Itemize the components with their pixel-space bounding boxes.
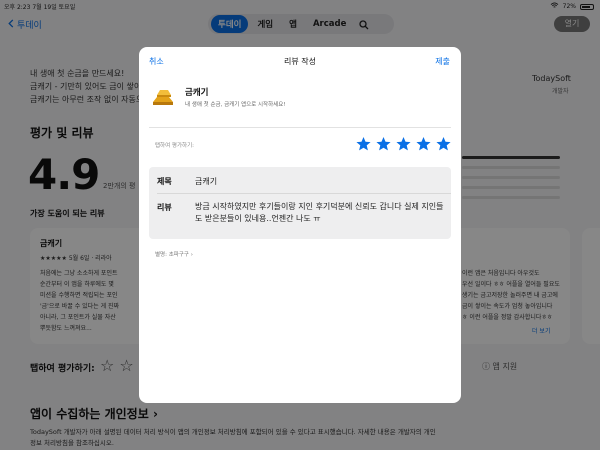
submit-button[interactable]: 제출 xyxy=(435,56,450,67)
divider xyxy=(149,127,451,128)
star-icon[interactable] xyxy=(375,136,392,152)
star-icon[interactable] xyxy=(415,136,432,152)
title-label: 제목 xyxy=(157,177,172,186)
nickname-link[interactable]: 별명: 초파구구 › xyxy=(155,250,193,258)
star-icon[interactable] xyxy=(355,136,372,152)
review-label: 리뷰 xyxy=(157,203,172,212)
star-icon[interactable] xyxy=(395,136,412,152)
star-rating[interactable] xyxy=(355,136,452,152)
app-name: 금캐기 xyxy=(185,88,209,98)
chevron-right-icon: › xyxy=(190,252,193,258)
nickname-label: 별명: 초파구구 xyxy=(155,252,189,258)
write-review-sheet: 취소 리뷰 작성 제출 금캐기 내 생애 첫 순금, 금캐기 앱으로 시작하세요… xyxy=(139,47,461,403)
review-row[interactable]: 리뷰 방금 시작하였지만 후기들이랑 지인 후기덕분에 신뢰도 갑니다 실제 지… xyxy=(149,194,451,239)
sheet-header: 취소 리뷰 작성 제출 xyxy=(139,47,461,77)
title-row[interactable]: 제목 금캐기 xyxy=(149,167,451,193)
star-icon[interactable] xyxy=(435,136,452,152)
sheet-title: 리뷰 작성 xyxy=(284,57,316,66)
title-input[interactable]: 금캐기 xyxy=(195,176,445,188)
app-summary: 금캐기 내 생애 첫 순금, 금캐기 앱으로 시작하세요! xyxy=(151,83,451,113)
review-textarea[interactable]: 방금 시작하였지만 후기들이랑 지인 후기덕분에 신뢰도 갑니다 실제 지인들도… xyxy=(195,201,445,225)
tap-to-rate-label: 탭하여 평가하기: xyxy=(155,143,195,149)
review-form: 제목 금캐기 리뷰 방금 시작하였지만 후기들이랑 지인 후기덕분에 신뢰도 갑… xyxy=(149,167,451,239)
app-tagline: 내 생애 첫 순금, 금캐기 앱으로 시작하세요! xyxy=(185,102,286,108)
gold-bar-icon xyxy=(151,87,175,107)
